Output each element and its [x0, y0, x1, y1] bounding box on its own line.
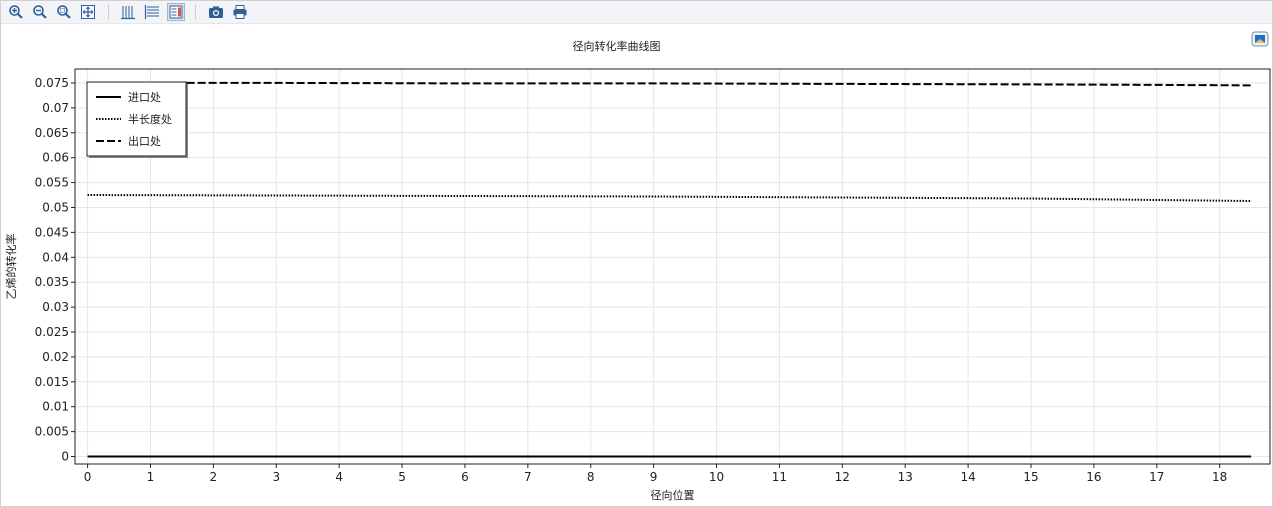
x-tick-label: 9 — [650, 470, 658, 484]
y-axis: 0 0.005 0.01 0.015 0.02 0.025 0.03 0.035 0.04 0.0… — [35, 76, 75, 464]
y-axis-label: 乙烯的转化率 — [4, 234, 18, 300]
y-tick-label: 0.075 — [35, 76, 69, 90]
plot-area-border — [74, 68, 1271, 465]
x-tick-label: 5 — [398, 470, 406, 484]
x-tick-label: 11 — [772, 470, 787, 484]
legend[interactable]: 进口处半长度处出口处 — [86, 81, 188, 158]
y-tick-label: 0 — [61, 450, 69, 464]
series-line-2 — [87, 194, 1252, 202]
x-tick-label: 14 — [960, 470, 975, 484]
x-tick-label: 6 — [461, 470, 469, 484]
y-tick-label: 0.025 — [35, 325, 69, 339]
x-tick-label: 7 — [524, 470, 532, 484]
x-tick-label: 15 — [1023, 470, 1038, 484]
x-tick-label: 4 — [335, 470, 343, 484]
y-tick-label: 0.02 — [42, 350, 69, 364]
y-tick-label: 0.035 — [35, 275, 69, 289]
x-tick-label: 18 — [1212, 470, 1227, 484]
x-tick-label: 0 — [84, 470, 92, 484]
y-tick-label: 0.07 — [42, 101, 69, 115]
x-axis-label: 径向位置 — [651, 488, 695, 502]
y-tick-label: 0.065 — [35, 126, 69, 140]
line-chart: 0 1 2 3 4 5 6 7 8 9 10 11 12 13 14 15 16 17 18 00.0050.010… — [4, 68, 1271, 502]
legend-label: 进口处 — [128, 91, 161, 104]
y-tick-label: 0.005 — [35, 425, 69, 439]
x-tick-label: 12 — [835, 470, 850, 484]
x-tick-label: 10 — [709, 470, 724, 484]
y-tick-label: 0.055 — [35, 176, 69, 190]
y-tick-label: 0.015 — [35, 375, 69, 389]
series-lines — [87, 81, 1252, 458]
y-tick-label: 0.045 — [35, 225, 69, 239]
x-axis: 0 1 2 3 4 5 6 7 8 9 10 11 12 13 14 15 16 17 18 — [84, 464, 1227, 484]
x-tick-label: 8 — [587, 470, 595, 484]
x-tick-label: 17 — [1149, 470, 1164, 484]
grid-lines — [75, 69, 1270, 464]
y-tick-label: 0.01 — [42, 400, 69, 414]
y-tick-label: 0.06 — [42, 151, 69, 165]
x-tick-label: 1 — [147, 470, 155, 484]
x-tick-label: 16 — [1086, 470, 1101, 484]
legend-label: 半长度处 — [128, 112, 172, 126]
y-tick-label: 0.04 — [42, 250, 69, 264]
y-tick-label: 0.05 — [42, 200, 69, 214]
x-tick-label: 3 — [272, 470, 280, 484]
y-tick-label: 0.03 — [42, 300, 69, 314]
x-tick-label: 13 — [898, 470, 913, 484]
legend-label: 出口处 — [128, 134, 161, 148]
x-tick-label: 2 — [210, 470, 218, 484]
